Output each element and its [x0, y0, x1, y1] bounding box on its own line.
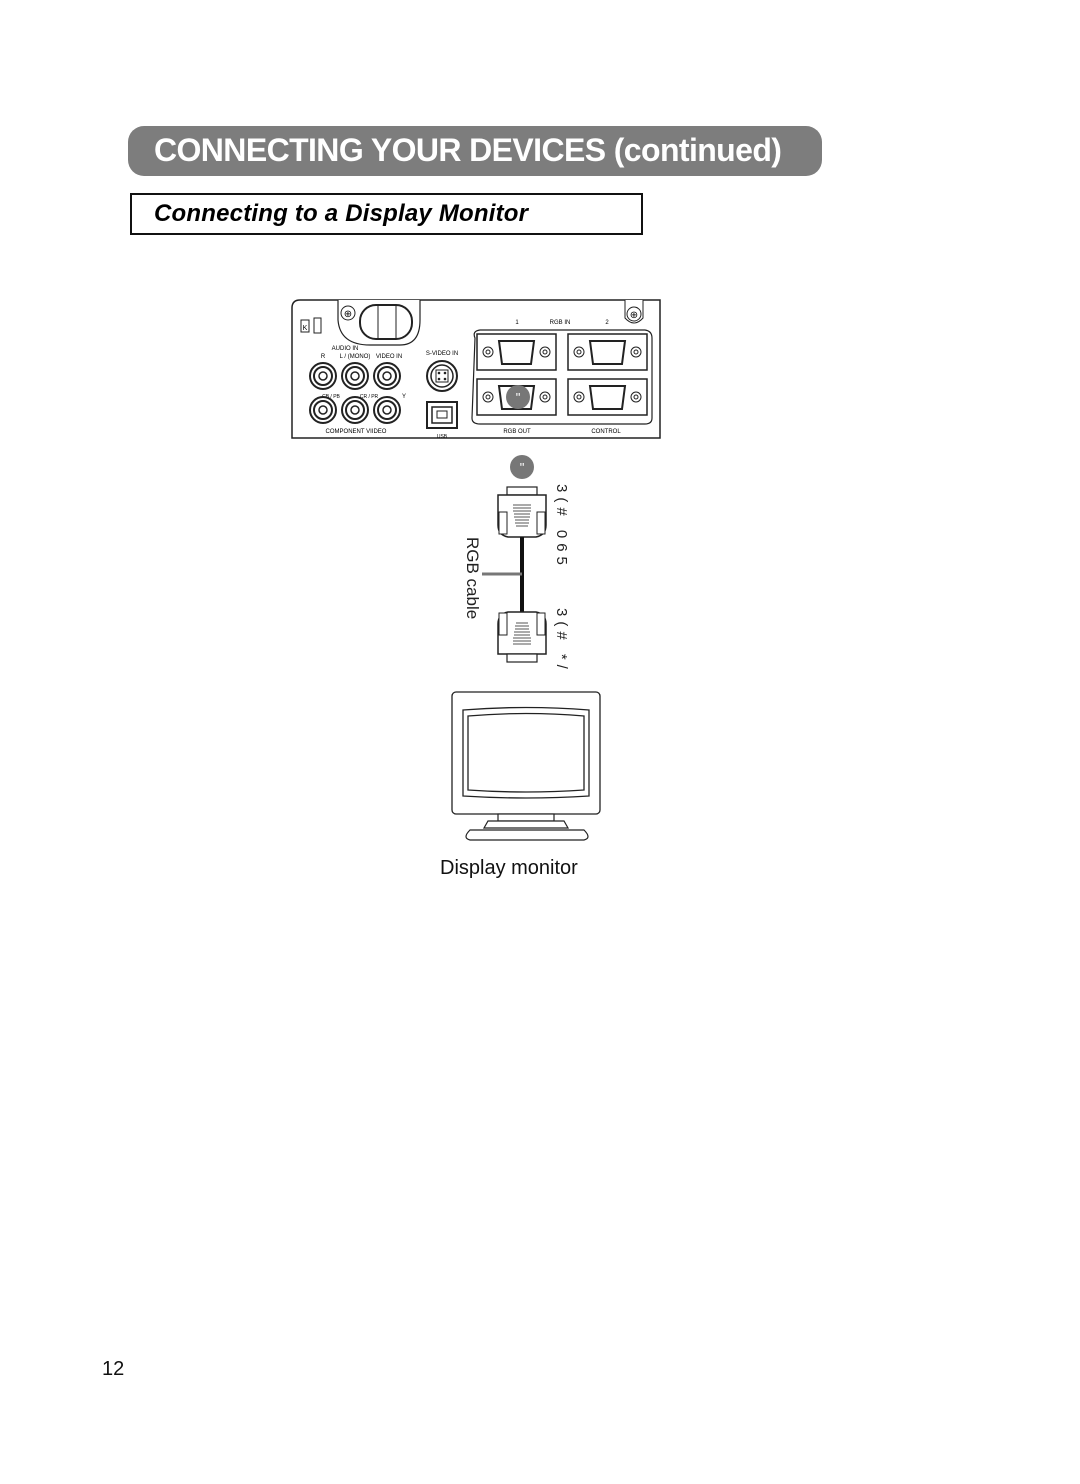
rca-jack-y[interactable] [373, 396, 401, 424]
vga-plug-bottom [497, 611, 547, 663]
rgb-in-label: RGB IN [550, 320, 571, 326]
rgb-cable [482, 486, 547, 663]
l-mono-label: L / (MONO) [340, 354, 371, 360]
rca-jack-video-in[interactable] [373, 362, 401, 390]
usb-port[interactable] [426, 401, 458, 429]
rca-jack-cb-pb[interactable] [309, 396, 337, 424]
projector-rear-panel: ⊕ K ⊕ AUDIO IN R L / (MONO) VIDEO IN CB … [291, 299, 661, 440]
cable-top-code: 3(# 065 [553, 484, 570, 570]
usb-label: USB [437, 434, 448, 440]
rca-jack-cr-pr[interactable] [341, 396, 369, 424]
video-in-label: VIDEO IN [376, 354, 402, 360]
display-monitor-icon [451, 691, 601, 841]
svg-text:⊕: ⊕ [344, 309, 352, 320]
rgb-cable-label: RGB cable [463, 537, 482, 620]
handle-icon: ⊕ [337, 300, 421, 346]
display-monitor-caption: Display monitor [440, 857, 578, 879]
component-video-label: COMPONENT VIIDEO [326, 429, 387, 435]
r-label: R [321, 354, 326, 360]
connection-diagram: ⊕ K ⊕ AUDIO IN R L / (MONO) VIDEO IN CB … [291, 299, 661, 841]
vga-plug-top [497, 486, 547, 538]
panel-marker-badge: " [506, 385, 530, 409]
svg-text:": " [520, 460, 525, 475]
y-label: Y [402, 394, 406, 400]
rca-jack-audio-l[interactable] [341, 362, 369, 390]
cable-bottom-code: 3(# */ [553, 608, 570, 674]
screw-icon: ⊕ [624, 300, 644, 324]
svg-text:⊕: ⊕ [630, 310, 638, 321]
rgb-out-label: RGB OUT [503, 429, 531, 435]
vga-port-rgb-in-1[interactable] [476, 333, 557, 371]
audio-in-label: AUDIO IN [332, 346, 359, 352]
page-number: 12 [102, 1358, 125, 1380]
s-video-in-label: S-VIDEO IN [426, 351, 458, 357]
vga-port-rgb-in-2[interactable] [567, 333, 648, 371]
svg-text:": " [516, 390, 521, 405]
cable-marker-badge: " [510, 455, 534, 479]
svg-text:K: K [303, 325, 308, 332]
rca-jack-audio-r[interactable] [309, 362, 337, 390]
control-label: CONTROL [591, 429, 621, 435]
vga-port-control[interactable] [567, 378, 648, 416]
s-video-jack[interactable] [426, 360, 458, 392]
